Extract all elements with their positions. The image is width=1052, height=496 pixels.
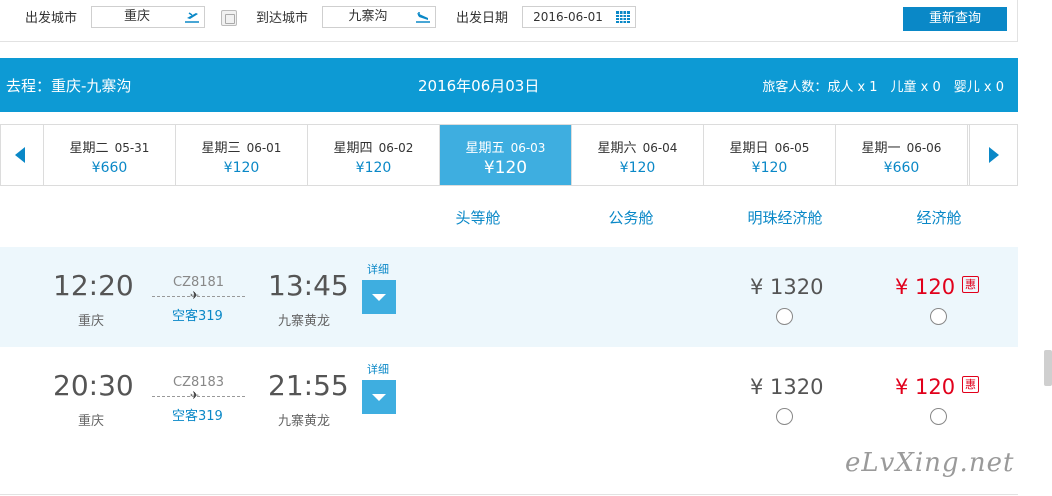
day-price: ¥660 — [91, 160, 128, 176]
day-date: 06-03 — [510, 141, 546, 155]
depart-date-label: 出发日期 — [456, 11, 509, 26]
arrive-city-label: 到达城市 — [256, 11, 309, 26]
depart-date-value: 2016-06-01 — [533, 10, 603, 24]
arrow-right-icon — [989, 147, 999, 163]
discount-badge: 惠 — [962, 376, 979, 393]
day-date: 06-04 — [642, 141, 678, 155]
date-cell[interactable]: 星期日 06-05 ¥120 — [704, 125, 836, 185]
pearl-economy-price: ¥ 1320 — [750, 275, 824, 299]
prev-dates-button[interactable] — [1, 125, 44, 185]
cabin-header-pearl-economy: 明珠经济舱 — [747, 209, 823, 227]
depart-city-value: 重庆 — [123, 9, 150, 24]
watermark: eLvXing.net — [845, 448, 1015, 478]
divider — [0, 494, 1018, 495]
calendar-icon — [616, 11, 630, 23]
day-price: ¥120 — [483, 158, 528, 178]
arrival-city: 九寨黄龙 — [278, 414, 331, 429]
flight-number: CZ8183 — [173, 375, 225, 390]
day-price: ¥120 — [751, 160, 788, 176]
arrival-time: 21:55 — [268, 369, 349, 402]
plane-takeoff-icon — [185, 12, 199, 23]
chevron-down-icon — [372, 294, 386, 301]
departure-city: 重庆 — [78, 414, 105, 429]
day-price: ¥120 — [619, 160, 656, 176]
cabin-header-first: 头等舱 — [455, 209, 501, 227]
weekday: 星期三 — [201, 141, 241, 156]
weekday: 星期五 — [465, 141, 505, 156]
weekday: 星期四 — [333, 141, 373, 156]
date-cell[interactable]: 星期一 06-06 ¥660 — [836, 125, 968, 185]
date-cell[interactable]: 星期六 06-04 ¥120 — [572, 125, 704, 185]
arrive-city-input[interactable]: 九寨沟 — [322, 6, 436, 28]
day-price: ¥120 — [223, 160, 260, 176]
aircraft-type[interactable]: 空客319 — [172, 405, 223, 424]
day-date: 05-31 — [114, 141, 150, 155]
pearl-economy-radio[interactable] — [776, 308, 793, 325]
day-date: 06-01 — [246, 141, 282, 155]
date-cell[interactable]: 星期二 05-31 ¥660 — [44, 125, 176, 185]
depart-date-input[interactable]: 2016-06-01 — [522, 6, 636, 28]
arrow-left-icon — [15, 147, 25, 163]
weekday: 星期日 — [729, 141, 769, 156]
plane-landing-icon — [416, 12, 430, 23]
day-date: 06-05 — [774, 141, 810, 155]
passenger-count: 旅客人数：成人 x 1 儿童 x 0 婴儿 x 0 — [762, 80, 1004, 95]
day-price: ¥660 — [883, 160, 920, 176]
weekday: 星期一 — [861, 141, 901, 156]
aircraft-type[interactable]: 空客319 — [172, 305, 223, 324]
date-strip: 星期二 05-31 ¥660 星期三 06-01 ¥120 星期四 06-02 ¥12… — [0, 124, 1018, 186]
date-cell[interactable]: 星期四 06-02 ¥120 — [308, 125, 440, 185]
scrollbar-thumb[interactable] — [1044, 350, 1052, 386]
depart-city-label: 出发城市 — [25, 11, 78, 26]
plane-icon: ✈ — [190, 289, 200, 302]
date-cell-selected[interactable]: 星期五 06-03 ¥120 — [440, 125, 572, 185]
discount-badge: 惠 — [962, 276, 979, 293]
requery-button[interactable]: 重新查询 — [903, 7, 1007, 31]
economy-price: ¥ 120 — [895, 375, 956, 399]
departure-time: 12:20 — [53, 269, 134, 302]
economy-price: ¥ 120 — [895, 275, 956, 299]
detail-link[interactable]: 详细 — [367, 361, 389, 377]
expand-details-button[interactable] — [362, 280, 396, 314]
detail-link[interactable]: 详细 — [367, 261, 389, 277]
search-bar: 出发城市 重庆 到达城市 九寨沟 出发日期 2016-06-01 重新查询 — [0, 0, 1018, 42]
arrival-city: 九寨黄龙 — [278, 314, 331, 329]
day-price: ¥120 — [355, 160, 392, 176]
day-date: 06-02 — [378, 141, 414, 155]
pearl-economy-price: ¥ 1320 — [750, 375, 824, 399]
departure-time: 20:30 — [53, 369, 134, 402]
chevron-down-icon — [372, 394, 386, 401]
weekday: 星期二 — [69, 141, 109, 156]
date-cell[interactable]: 星期三 06-01 ¥120 — [176, 125, 308, 185]
route-title: 去程：重庆-九寨沟 — [6, 77, 132, 95]
departure-city: 重庆 — [78, 314, 105, 329]
day-date: 06-06 — [906, 141, 942, 155]
arrival-time: 13:45 — [268, 269, 349, 302]
next-dates-button[interactable] — [969, 125, 1017, 185]
flight-row: 20:30 重庆 CZ8183 ✈ 空客319 21:55 九寨黄龙 详细 ¥ … — [0, 347, 1018, 447]
cabin-header-business: 公务舱 — [608, 209, 654, 227]
economy-radio[interactable] — [930, 308, 947, 325]
flight-number: CZ8181 — [173, 275, 225, 290]
plane-icon: ✈ — [190, 389, 200, 402]
swap-icon[interactable] — [221, 10, 237, 26]
cabin-header-economy: 经济舱 — [916, 209, 962, 227]
pearl-economy-radio[interactable] — [776, 408, 793, 425]
flight-row: 12:20 重庆 CZ8181 ✈ 空客319 13:45 九寨黄龙 详细 ¥ … — [0, 247, 1018, 347]
depart-city-input[interactable]: 重庆 — [91, 6, 205, 28]
weekday: 星期六 — [597, 141, 637, 156]
route-date: 2016年06月03日 — [418, 77, 540, 95]
arrive-city-value: 九寨沟 — [348, 9, 388, 24]
route-header: 去程：重庆-九寨沟 2016年06月03日 旅客人数：成人 x 1 儿童 x 0… — [0, 58, 1018, 112]
expand-details-button[interactable] — [362, 380, 396, 414]
economy-radio[interactable] — [930, 408, 947, 425]
